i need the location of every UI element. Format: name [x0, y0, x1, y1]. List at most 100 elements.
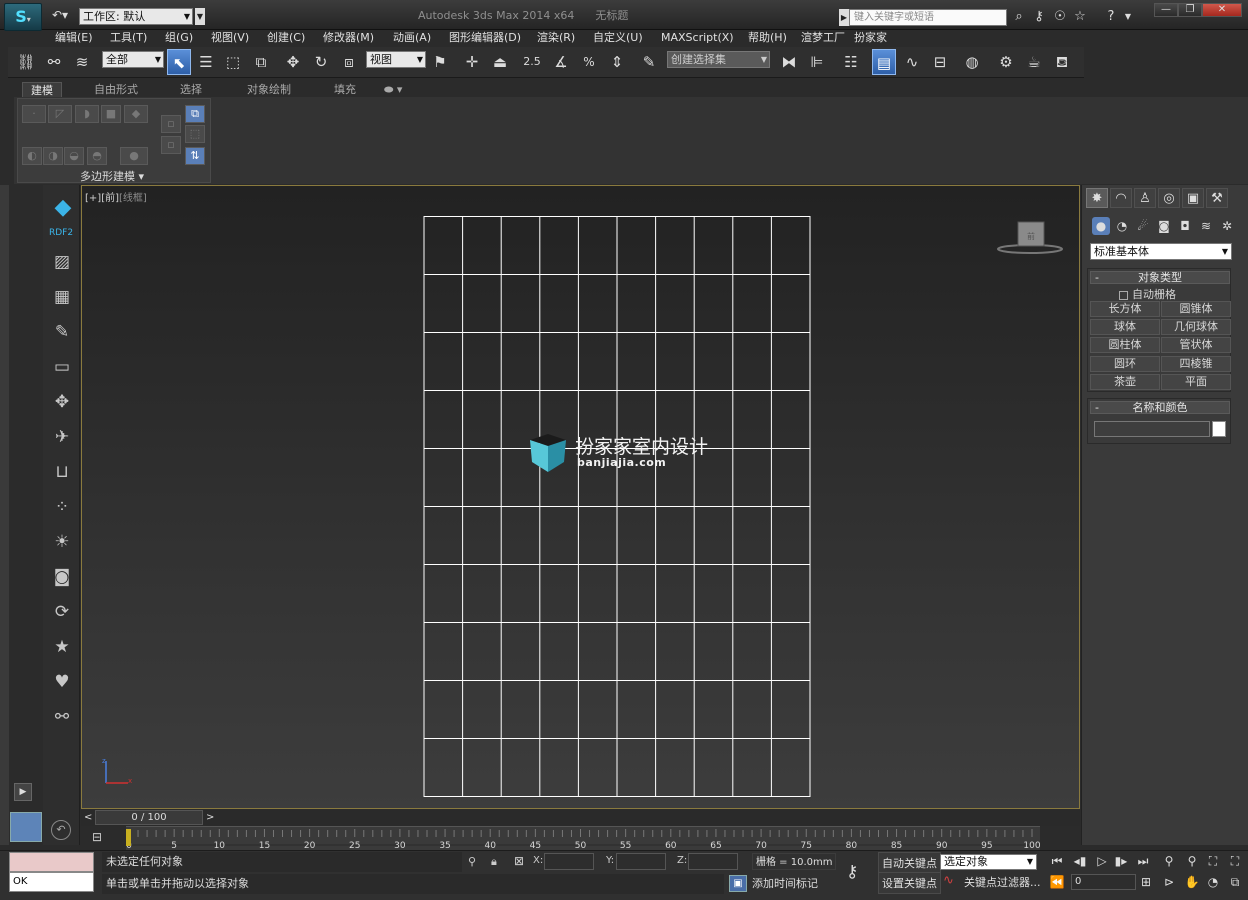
unlink-icon[interactable]: ⚯	[42, 49, 66, 75]
select-by-name-icon[interactable]: ☰	[194, 49, 218, 75]
ribbon-tool-icon[interactable]: ◒	[64, 147, 84, 165]
absolute-mode-icon[interactable]: ⊠	[514, 854, 524, 868]
lock-selection-icon[interactable]: 🔒︎	[491, 855, 497, 869]
select-object-icon[interactable]: ⬉	[167, 49, 191, 75]
material-editor-icon[interactable]: ◍	[960, 49, 984, 75]
binoculars-icon[interactable]: ⌕	[1011, 9, 1027, 25]
cone-button[interactable]: 圆锥体	[1161, 301, 1231, 317]
viewport-view-label[interactable]: [前]	[101, 193, 119, 204]
render-production-icon[interactable]: ⛾	[1050, 49, 1074, 75]
hierarchy-tab-icon[interactable]: ♙	[1134, 188, 1156, 208]
isolate-icon[interactable]: ⚲	[468, 855, 476, 868]
sphere-button[interactable]: 球体	[1090, 319, 1160, 335]
help-dropdown-icon[interactable]: ▼	[1120, 9, 1136, 25]
time-tag-icon[interactable]: ▣	[729, 875, 747, 892]
snap-toggle-icon[interactable]: 2.5	[520, 49, 544, 75]
grid-icon[interactable]: ▦	[51, 286, 73, 308]
star-icon[interactable]: ★	[51, 636, 73, 658]
key-tool-icon[interactable]: ⚷	[1031, 9, 1047, 25]
time-next-button[interactable]: >	[206, 812, 214, 823]
menu-create[interactable]: 创建(C)	[267, 30, 305, 45]
rect-selection-icon[interactable]: ⬚	[221, 49, 245, 75]
zoom-icon[interactable]: ⚲	[1160, 853, 1178, 869]
maxscript-output[interactable]: OK	[9, 872, 94, 892]
angle-snap-icon[interactable]: ∡	[549, 49, 573, 75]
plane-button[interactable]: 平面	[1161, 374, 1231, 390]
tab-object-paint[interactable]: 对象绘制	[239, 82, 299, 97]
search-input[interactable]: 键入关键字或短语	[849, 9, 1007, 26]
menu-animation[interactable]: 动画(A)	[393, 30, 431, 45]
viewcube[interactable]: 前	[996, 220, 1064, 256]
goto-start-icon[interactable]: ⏮	[1048, 853, 1066, 869]
x-coord-input[interactable]	[544, 853, 594, 870]
plane-icon[interactable]: ✈	[51, 426, 73, 448]
align-icon[interactable]: ⊫	[805, 49, 829, 75]
rollout-header-name-color[interactable]: - 名称和颜色	[1090, 401, 1230, 414]
ribbon-tool-icon[interactable]: ⬚	[185, 125, 205, 143]
workspace-dropdown[interactable]: 工作区: 默认 ▼	[79, 8, 193, 25]
prev-frame-icon[interactable]: ◂▮	[1071, 853, 1089, 869]
object-name-input[interactable]	[1094, 421, 1210, 437]
time-config-icon[interactable]: ⊞	[1137, 874, 1155, 890]
field-of-view-icon[interactable]: ⊳	[1160, 874, 1178, 890]
select-move-icon[interactable]: ✥	[281, 49, 305, 75]
tab-selection[interactable]: 选择	[172, 82, 210, 97]
tab-populate[interactable]: 填充	[326, 82, 364, 97]
torus-button[interactable]: 圆环	[1090, 356, 1160, 372]
key-selection-dropdown[interactable]: 选定对象 ▼	[940, 854, 1037, 870]
z-coord-input[interactable]	[688, 853, 738, 870]
object-color-swatch[interactable]	[1212, 421, 1226, 437]
layer-manager-icon[interactable]: ☷	[839, 49, 863, 75]
ribbon-tool-icon[interactable]: ●	[120, 147, 148, 165]
utilities-tab-icon[interactable]: ⚒	[1206, 188, 1228, 208]
helpers-icon[interactable]: ◘	[1176, 217, 1194, 235]
reference-coord-dropdown[interactable]: 视图 ▼	[366, 51, 426, 68]
ribbon-tool-icon[interactable]: ⇅	[185, 147, 205, 165]
ribbon-tool-icon[interactable]: ◗	[75, 105, 99, 123]
window-crossing-icon[interactable]: ⧉	[249, 49, 273, 75]
ribbon-tool-icon[interactable]: ◆	[124, 105, 148, 123]
menu-customize[interactable]: 自定义(U)	[593, 30, 643, 45]
quick-access-more-icon[interactable]: ▼	[195, 8, 205, 25]
heart-icon[interactable]: ♥	[51, 671, 73, 693]
pyramid-button[interactable]: 四棱锥	[1161, 356, 1231, 372]
edit-named-sel-icon[interactable]: ✎	[637, 49, 661, 75]
zoom-extents-icon[interactable]: ⛶	[1204, 853, 1222, 869]
motion-tab-icon[interactable]: ◎	[1158, 188, 1180, 208]
zoom-all-icon[interactable]: ⚲	[1183, 853, 1201, 869]
close-button[interactable]: ✕	[1202, 3, 1242, 17]
refresh-icon[interactable]: ⟳	[51, 601, 73, 623]
maximize-viewport-icon[interactable]: ⧉	[1226, 874, 1244, 890]
y-coord-input[interactable]	[616, 853, 666, 870]
spacewarps-icon[interactable]: ≋	[1197, 217, 1215, 235]
menu-banjiajia[interactable]: 扮家家	[854, 30, 887, 45]
ribbon-tool-icon[interactable]: ◸	[48, 105, 72, 123]
cylinder-button[interactable]: 圆柱体	[1090, 337, 1160, 353]
move-icon[interactable]: ✥	[51, 391, 73, 413]
camera-icon[interactable]: ◙	[51, 566, 73, 588]
current-frame-input[interactable]: 0	[1071, 874, 1136, 890]
presentation-icon[interactable]: ▭	[51, 356, 73, 378]
menu-render-factory[interactable]: 渲梦工厂	[801, 30, 845, 45]
spinner-snap-icon[interactable]: ⇕	[605, 49, 629, 75]
ribbon-tool-icon[interactable]: ·	[22, 105, 46, 123]
cameras-icon[interactable]: ◙	[1155, 217, 1173, 235]
share-icon[interactable]: ⚯	[51, 706, 73, 728]
selection-filter-dropdown[interactable]: 全部 ▼	[102, 51, 164, 68]
ribbon-tool-icon[interactable]: ◓	[87, 147, 107, 165]
viewport-shading-label[interactable]: [线框]	[119, 193, 147, 204]
maximize-button[interactable]: ❐	[1178, 3, 1202, 17]
key-filter-icon[interactable]: ∿	[943, 873, 954, 888]
back-icon[interactable]: ↶	[51, 820, 71, 840]
menu-graph-editors[interactable]: 图形编辑器(D)	[449, 30, 521, 45]
help-icon[interactable]: ?	[1103, 9, 1119, 25]
keyboard-shortcut-icon[interactable]: ⏏	[488, 49, 512, 75]
geosphere-button[interactable]: 几何球体	[1161, 319, 1231, 335]
ribbon-panel-label[interactable]: 多边形建模 ▾	[80, 168, 144, 184]
sun-icon[interactable]: ☀	[51, 531, 73, 553]
pan-icon[interactable]: ✋	[1183, 874, 1201, 890]
viewport-layout-icon[interactable]	[10, 812, 42, 842]
ribbon-options-icon[interactable]: ⬬ ▾	[376, 82, 410, 97]
select-scale-icon[interactable]: ⧈	[337, 49, 361, 75]
set-key-button[interactable]: 设置关键点	[878, 872, 941, 894]
